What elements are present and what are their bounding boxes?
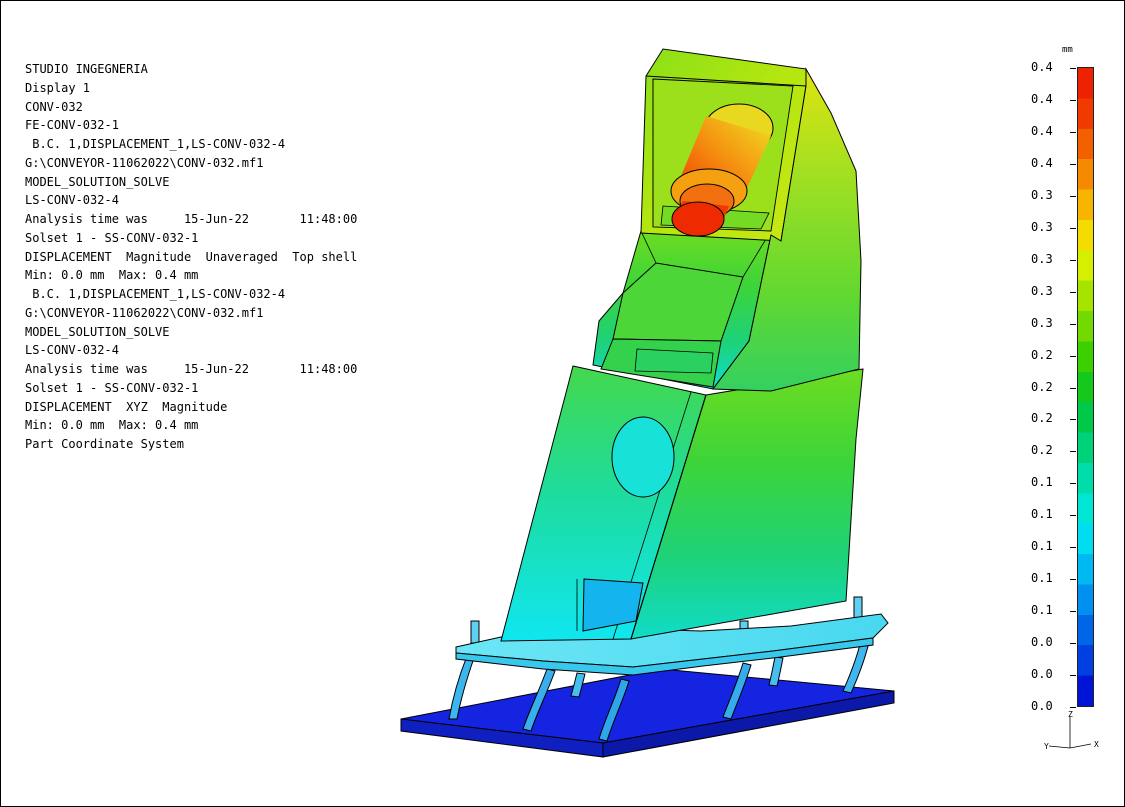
legend-tick-mark xyxy=(1070,355,1076,357)
legend-tick-label: 0.1 xyxy=(1031,571,1053,586)
legend-tick-label: 0.3 xyxy=(1031,251,1053,266)
legend-tick-label: 0.4 xyxy=(1031,155,1053,170)
legend-tick-label: 0.2 xyxy=(1031,347,1053,362)
legend-tick-mark xyxy=(1070,323,1076,325)
legend-tick-mark xyxy=(1070,547,1076,549)
triad-x-label: X xyxy=(1094,740,1099,749)
legend-tick-mark xyxy=(1070,707,1076,708)
legend-tick-mark xyxy=(1070,131,1076,133)
legend-tick-label: 0.0 xyxy=(1031,667,1053,682)
legend-tick-mark xyxy=(1070,68,1076,69)
legend-tick-label: 0.1 xyxy=(1031,475,1053,490)
lower-housing xyxy=(500,365,864,642)
legend-tick-mark xyxy=(1070,611,1076,613)
legend-tick-label: 0.1 xyxy=(1031,539,1053,554)
triad-z-label: Z xyxy=(1068,710,1073,719)
legend-tick-mark xyxy=(1070,259,1076,261)
legend-tick-label: 0.2 xyxy=(1031,379,1053,394)
legend-tick-label: 0.2 xyxy=(1031,443,1053,458)
legend-tick-mark xyxy=(1070,163,1076,165)
legend-tick-mark xyxy=(1070,99,1076,101)
triad-y-label: Y xyxy=(1044,742,1049,751)
legend-tick-mark xyxy=(1070,451,1076,453)
legend-tick-label: 0.4 xyxy=(1031,60,1053,74)
legend-tick-label: 0.3 xyxy=(1031,315,1053,330)
legend-tick-label: 0.3 xyxy=(1031,219,1053,234)
legend-tick-label: 0.3 xyxy=(1031,187,1053,202)
legend-tick-mark xyxy=(1070,227,1076,229)
base-plate xyxy=(400,668,895,758)
legend-tick-mark xyxy=(1070,387,1076,389)
legend-tick-label: 0.1 xyxy=(1031,603,1053,618)
legend-tick-label: 0.4 xyxy=(1031,91,1053,106)
legend-tick-label: 0.3 xyxy=(1031,283,1053,298)
legend-tick-mark xyxy=(1070,419,1076,421)
legend-unit-label: mm xyxy=(1062,45,1073,55)
legend-tick-mark xyxy=(1070,195,1076,197)
legend-tick-label: 0.1 xyxy=(1031,507,1053,522)
fe-result-viewport[interactable]: STUDIO INGEGNERIA Display 1 CONV-032 FE-CON… xyxy=(0,0,1125,807)
legend-tick-mark xyxy=(1070,515,1076,517)
legend-tick-mark xyxy=(1070,675,1076,677)
legend-tick-mark xyxy=(1070,291,1076,293)
fe-model-contour-plot[interactable] xyxy=(1,1,1124,806)
legend-tick-label: 0.0 xyxy=(1031,635,1053,650)
legend-tick-mark xyxy=(1070,643,1076,645)
legend-tick-label: 0.4 xyxy=(1031,123,1053,138)
legend-color-bar xyxy=(1077,67,1094,707)
legend-tick-mark xyxy=(1070,483,1076,485)
coordinate-triad: Z X Y xyxy=(1044,710,1099,751)
legend-tick-mark xyxy=(1070,579,1076,581)
legend-tick-label: 0.2 xyxy=(1031,411,1053,426)
